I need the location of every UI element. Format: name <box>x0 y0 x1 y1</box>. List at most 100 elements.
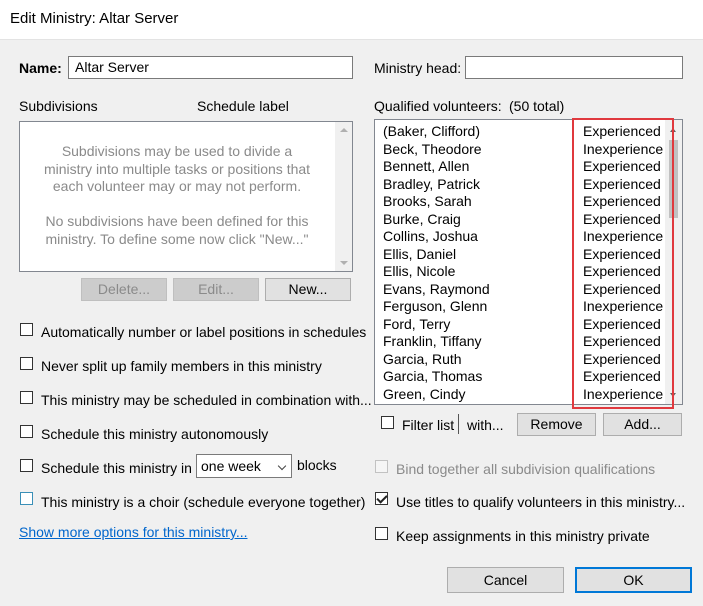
more-options-link[interactable]: Show more options for this ministry... <box>19 524 247 540</box>
volunteer-rows: (Baker, Clifford) Experienced Beck, Theodo… <box>375 123 665 405</box>
volunteer-row[interactable]: Bradley, Patrick Experienced <box>375 176 665 194</box>
volunteer-status: Experienced <box>583 263 661 279</box>
volunteer-row[interactable]: Bennett, Allen Experienced <box>375 158 665 176</box>
volunteer-name: Collins, Joshua <box>383 228 478 244</box>
volunteer-name: Bradley, Patrick <box>383 175 480 192</box>
volunteer-row[interactable]: Garcia, Ruth Experienced <box>375 351 665 369</box>
volunteer-name: Ferguson, Glenn <box>383 298 488 314</box>
volunteer-status: Experienced <box>583 350 661 367</box>
volunteer-row[interactable]: Ellis, Nicole Experienced <box>375 263 665 281</box>
ok-button[interactable]: OK <box>575 567 692 593</box>
window-title: Edit Ministry: Altar Server <box>10 10 179 27</box>
volunteer-row[interactable]: (Baker, Clifford) Experienced <box>375 123 665 141</box>
volunteer-name: Ellis, Daniel <box>383 245 457 262</box>
volunteer-name: Franklin, Tiffany <box>383 333 482 349</box>
with-label[interactable]: with... <box>467 417 504 433</box>
bind-together-checkbox[interactable] <box>375 460 388 473</box>
subdivisions-header[interactable]: Subdivisions <box>19 98 98 114</box>
remove-button[interactable]: Remove <box>517 413 596 436</box>
new-button[interactable]: New... <box>265 278 351 301</box>
keep-private-checkbox[interactable] <box>375 527 388 540</box>
ministry-head-label: Ministry head: <box>374 60 462 76</box>
volunteer-row[interactable]: Burke, Craig Experienced <box>375 211 665 229</box>
volunteer-name: (Baker, Clifford) <box>383 123 480 139</box>
scroll-thumb[interactable] <box>669 140 678 218</box>
volunteer-row[interactable]: Brooks, Sarah Experienced <box>375 193 665 211</box>
scroll-down-icon[interactable] <box>340 261 348 265</box>
volunteer-row[interactable]: Ellis, Daniel Experienced <box>375 246 665 264</box>
keep-private-label[interactable]: Keep assignments in this ministry privat… <box>396 528 650 544</box>
qualified-total: (50 total) <box>509 98 565 114</box>
volunteer-status: Experienced <box>583 368 661 384</box>
name-input[interactable]: Altar Server <box>68 56 353 79</box>
volunteer-status: Experienced <box>583 245 661 262</box>
autonomous-checkbox[interactable] <box>20 425 33 438</box>
volunteer-status: Inexperience <box>583 385 664 402</box>
delete-button[interactable]: Delete... <box>81 278 167 301</box>
scroll-up-icon[interactable] <box>340 128 348 132</box>
volunteer-row[interactable]: Collins, Joshua Inexperience <box>375 228 665 246</box>
qualified-header: Qualified volunteers: <box>374 98 502 114</box>
cancel-button[interactable]: Cancel <box>447 567 564 593</box>
combination-label[interactable]: This ministry may be scheduled in combin… <box>41 392 372 408</box>
never-split-label[interactable]: Never split up family members in this mi… <box>41 358 322 374</box>
blocks-select[interactable]: one week <box>196 454 292 478</box>
volunteer-row[interactable]: Beck, Theodore Inexperience <box>375 141 665 159</box>
title-bar[interactable]: Edit Ministry: Altar Server <box>0 0 703 40</box>
volunteer-name: Ford, Terry <box>383 315 451 332</box>
volunteer-name: Bennett, Allen <box>383 158 470 174</box>
edit-button[interactable]: Edit... <box>173 278 259 301</box>
filter-list-label[interactable]: Filter list <box>402 417 454 433</box>
subdivisions-list[interactable]: Subdivisions may be used to divide a min… <box>19 121 353 272</box>
schedule-label-header[interactable]: Schedule label <box>197 98 289 114</box>
scroll-up-icon[interactable] <box>670 128 676 132</box>
chevron-down-icon <box>277 461 287 471</box>
blocks-label: blocks <box>297 457 337 473</box>
volunteers-list[interactable]: (Baker, Clifford) Experienced Beck, Theodo… <box>374 119 683 405</box>
volunteer-row[interactable]: Ford, Terry Experienced <box>375 316 665 334</box>
volunteer-status: Experienced <box>583 333 661 349</box>
volunteer-row[interactable]: Franklin, Tiffany Experienced <box>375 333 665 351</box>
volunteer-row[interactable]: Ferguson, Glenn Inexperience <box>375 298 665 316</box>
volunteer-row[interactable]: Garcia, Thomas Experienced <box>375 368 665 386</box>
volunteer-status: Experienced <box>583 158 661 174</box>
volunteer-name: Burke, Craig <box>383 210 461 227</box>
use-titles-checkbox[interactable] <box>375 492 388 505</box>
bind-together-label[interactable]: Bind together all subdivision qualificat… <box>396 461 655 477</box>
volunteer-status: Experienced <box>583 123 661 139</box>
choir-label[interactable]: This ministry is a choir (schedule every… <box>41 494 365 510</box>
volunteer-status: Inexperience <box>583 298 664 314</box>
volunteer-status: Experienced <box>583 193 661 209</box>
volunteer-status: Inexperience <box>583 140 664 157</box>
volunteer-name: Beck, Theodore <box>383 140 482 157</box>
combination-checkbox[interactable] <box>20 391 33 404</box>
volunteer-status: Inexperience <box>583 228 664 244</box>
add-button[interactable]: Add... <box>603 413 682 436</box>
subdivisions-scrollbar[interactable] <box>335 122 352 271</box>
filter-list-checkbox[interactable] <box>381 416 394 429</box>
volunteer-name: Evans, Raymond <box>383 280 490 297</box>
volunteer-status: Experienced <box>583 280 661 297</box>
scroll-down-icon[interactable] <box>670 393 676 397</box>
volunteer-name: Brooks, Sarah <box>383 193 472 209</box>
volunteer-name: Garcia, Thomas <box>383 368 483 384</box>
use-titles-label[interactable]: Use titles to qualify volunteers in this… <box>396 494 685 510</box>
filter-separator <box>458 414 459 434</box>
volunteer-status: Experienced <box>583 175 661 192</box>
ministry-head-input[interactable] <box>465 56 683 79</box>
subdivisions-empty-text: Subdivisions may be used to divide a min… <box>43 143 311 247</box>
choir-checkbox[interactable] <box>20 492 33 505</box>
never-split-checkbox[interactable] <box>20 357 33 370</box>
volunteer-row[interactable]: Green, Cindy Inexperience <box>375 386 665 404</box>
blocks-select-value: one week <box>201 458 261 474</box>
volunteer-row[interactable]: Evans, Raymond Experienced <box>375 281 665 299</box>
auto-number-checkbox[interactable] <box>20 323 33 336</box>
auto-number-label[interactable]: Automatically number or label positions … <box>41 324 366 340</box>
volunteers-scrollbar[interactable] <box>665 120 682 404</box>
schedule-in-checkbox[interactable] <box>20 459 33 472</box>
volunteer-status: Experienced <box>583 315 661 332</box>
schedule-in-label[interactable]: Schedule this ministry in <box>41 460 192 476</box>
volunteer-name: Green, Cindy <box>383 385 466 402</box>
volunteer-status: Experienced <box>583 210 661 227</box>
autonomous-label[interactable]: Schedule this ministry autonomously <box>41 426 268 442</box>
